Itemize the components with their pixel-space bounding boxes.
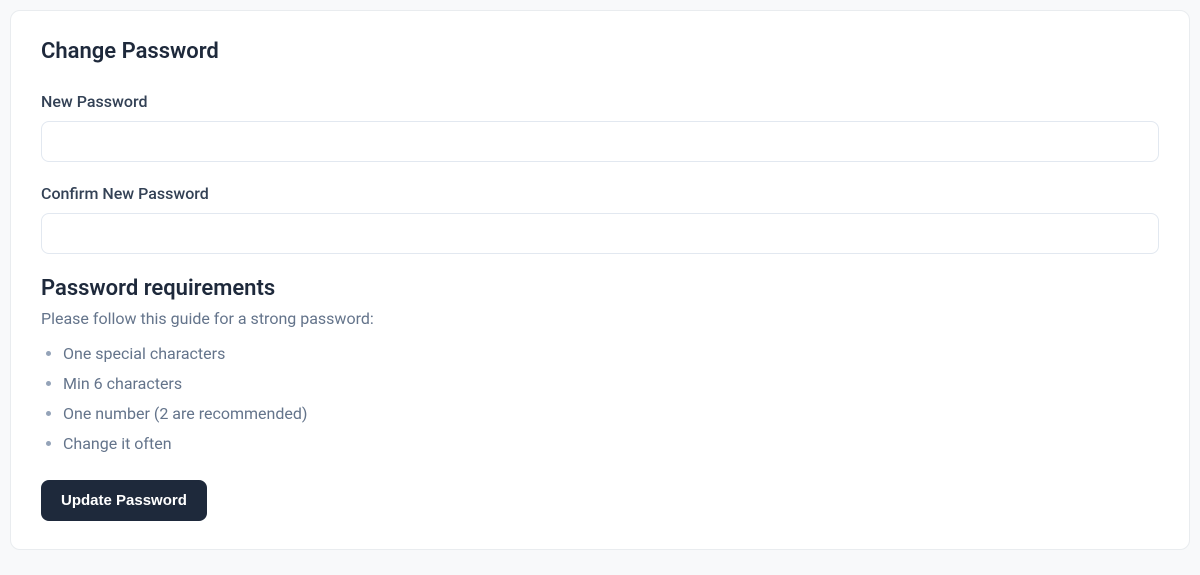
requirements-list: One special characters Min 6 characters … [41, 342, 1159, 456]
requirement-item: Change it often [63, 432, 1159, 456]
new-password-label: New Password [41, 92, 1159, 111]
requirements-title: Password requirements [41, 276, 1159, 301]
update-password-button[interactable]: Update Password [41, 480, 207, 521]
new-password-input[interactable] [41, 121, 1159, 162]
card-title: Change Password [41, 39, 1159, 64]
requirements-subtitle: Please follow this guide for a strong pa… [41, 309, 1159, 328]
new-password-group: New Password [41, 92, 1159, 162]
requirement-item: One number (2 are recommended) [63, 402, 1159, 426]
requirement-item: Min 6 characters [63, 372, 1159, 396]
confirm-password-group: Confirm New Password [41, 184, 1159, 254]
change-password-card: Change Password New Password Confirm New… [10, 10, 1190, 550]
confirm-password-input[interactable] [41, 213, 1159, 254]
confirm-password-label: Confirm New Password [41, 184, 1159, 203]
requirement-item: One special characters [63, 342, 1159, 366]
